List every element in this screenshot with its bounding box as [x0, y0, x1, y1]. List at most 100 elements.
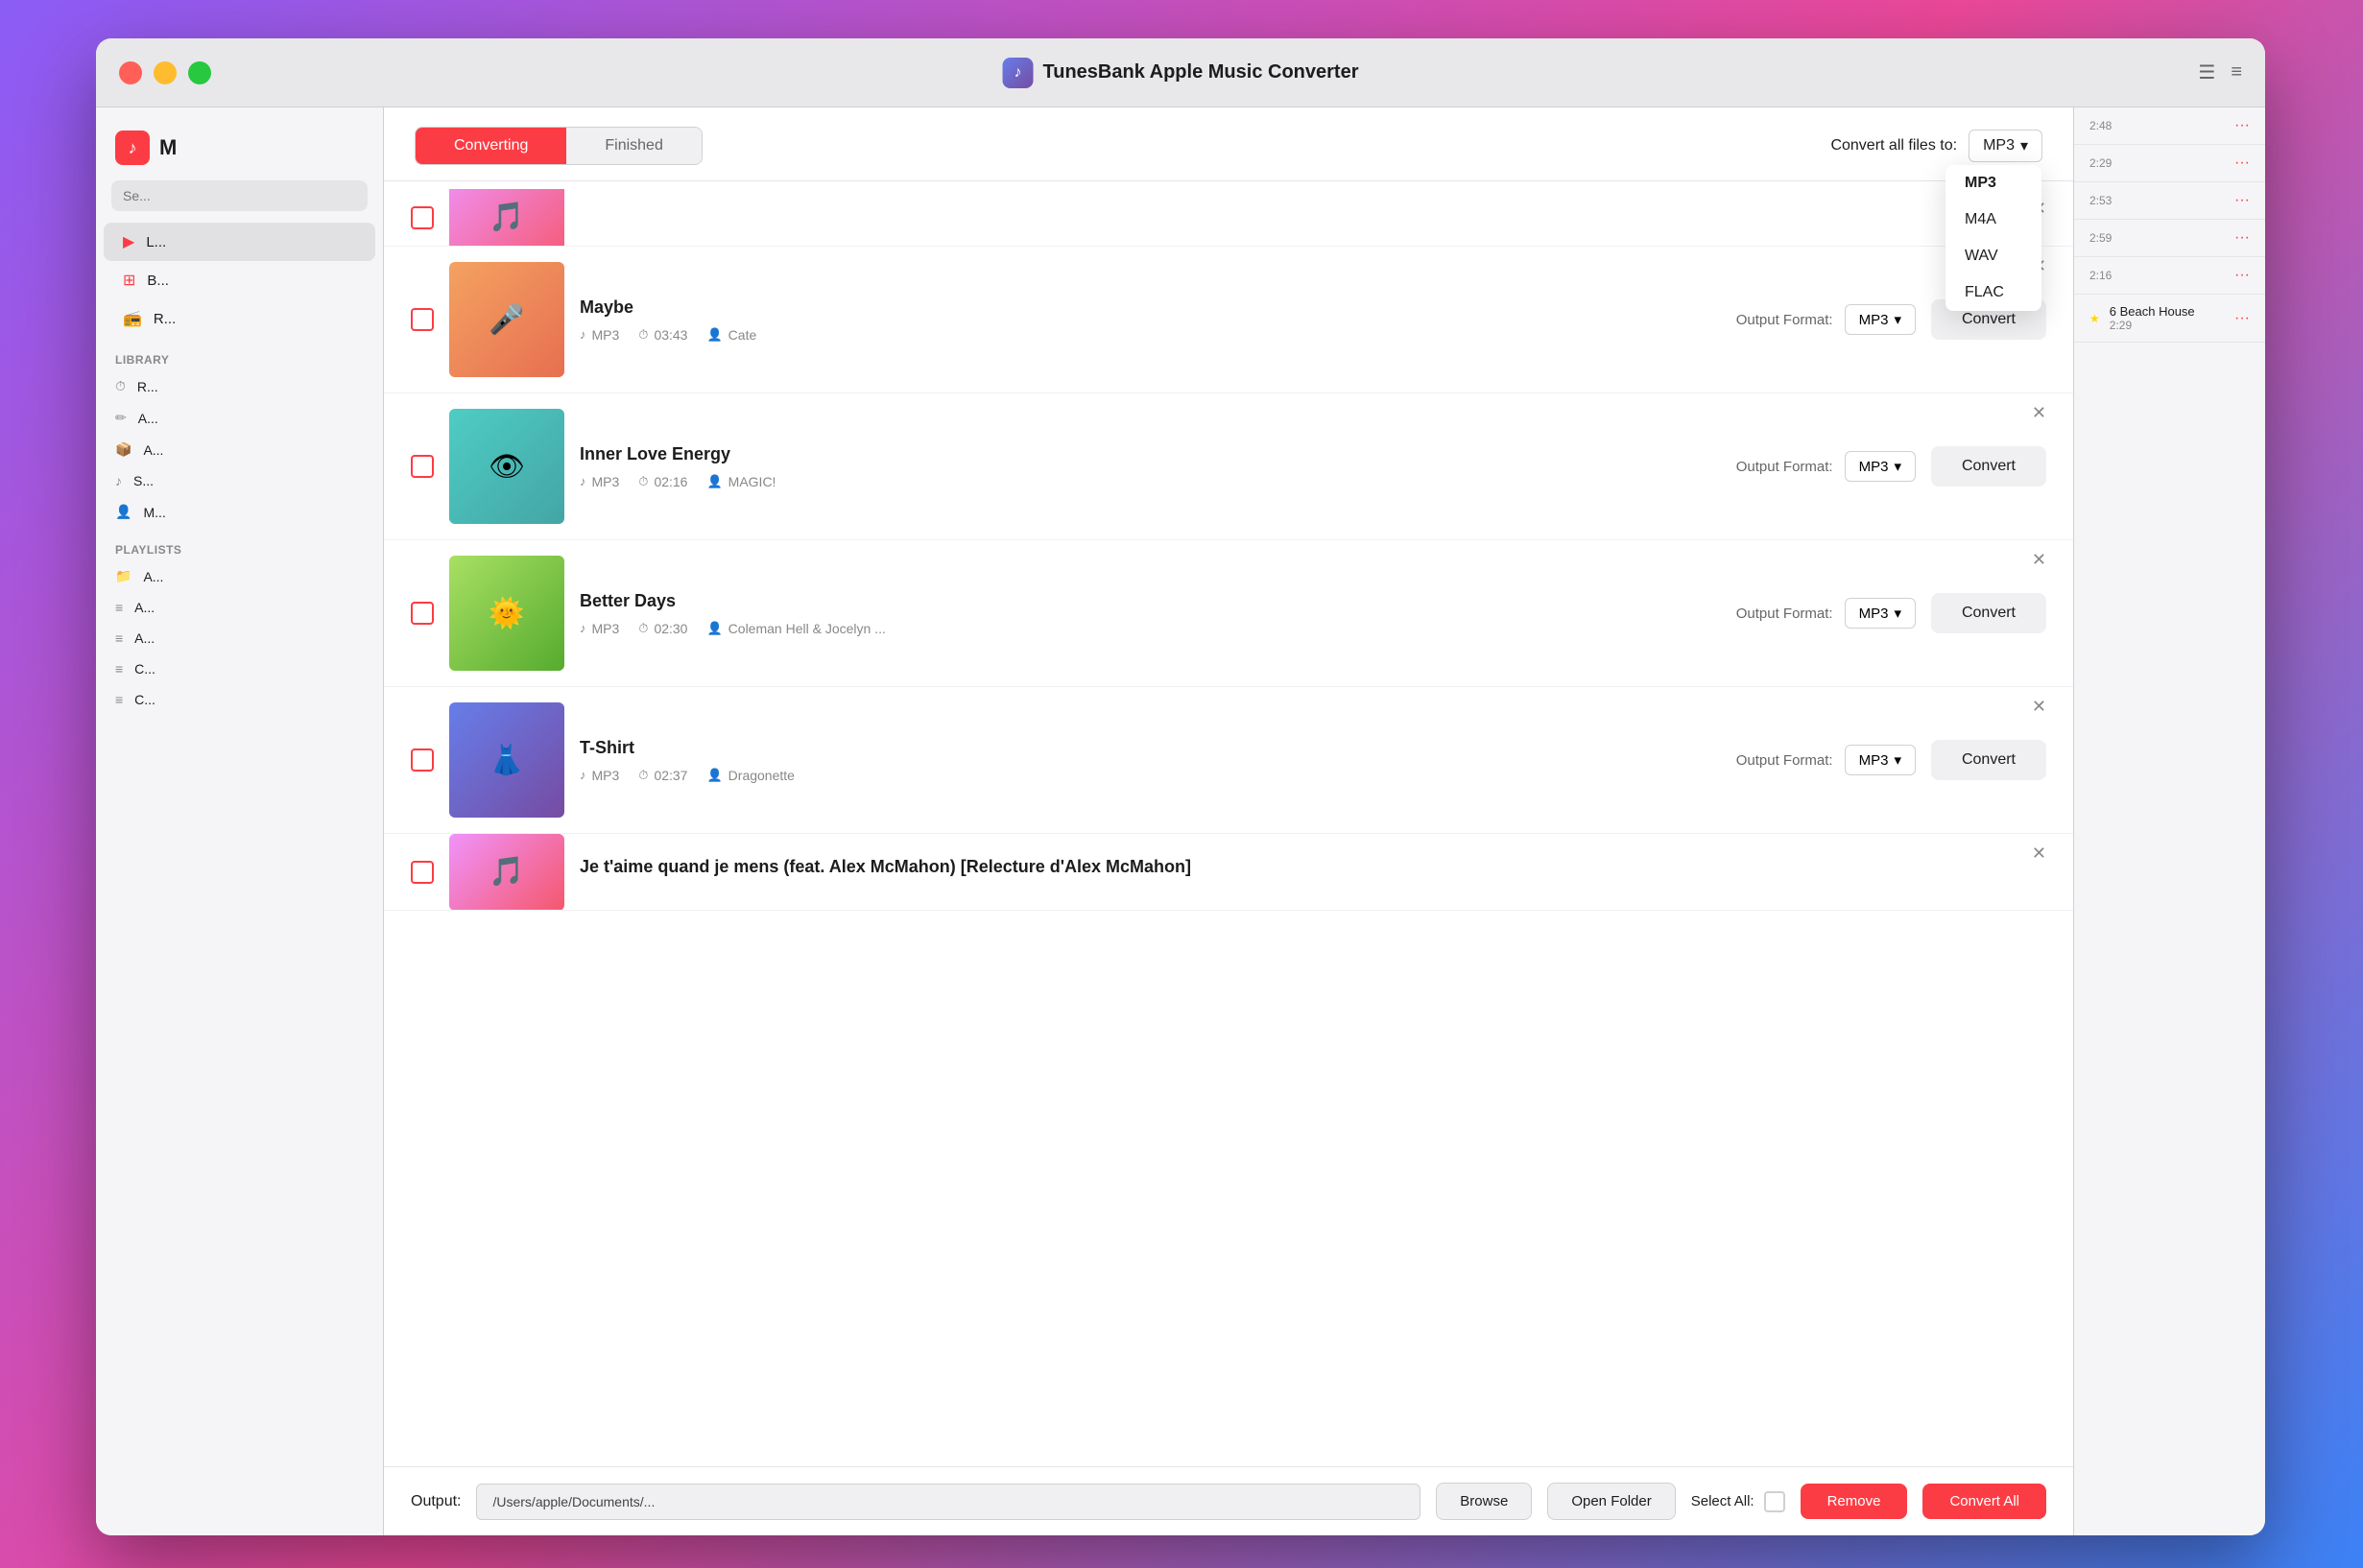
song-format-maybe: ♪ MP3	[580, 327, 619, 343]
chevron-down-icon-better-days: ▾	[1894, 605, 1901, 622]
format-option-m4a[interactable]: M4A	[1945, 202, 2041, 238]
song-art-partial: 🎵	[449, 189, 564, 247]
remove-button[interactable]: Remove	[1801, 1484, 1908, 1519]
list-item[interactable]: 2:48 ···	[2074, 107, 2265, 145]
tab-finished[interactable]: Finished	[566, 128, 701, 164]
list-item[interactable]: 2:59 ···	[2074, 220, 2265, 257]
minimize-button[interactable]	[154, 61, 177, 84]
song-meta-tshirt: ♪ MP3 ⏱ 02:37 👤 Dragonette	[580, 768, 1721, 783]
sidebar-playlist-5[interactable]: ≡ C...	[96, 684, 383, 715]
sidebar-library-artists[interactable]: ✏ A...	[96, 402, 383, 434]
more-options-icon-4[interactable]: ···	[2234, 229, 2250, 247]
traffic-lights	[119, 61, 211, 84]
open-folder-button[interactable]: Open Folder	[1547, 1483, 1675, 1520]
sidebar-library-songs[interactable]: ♪ S...	[96, 465, 383, 496]
more-options-icon-6[interactable]: ···	[2234, 310, 2250, 327]
format-option-mp3[interactable]: MP3	[1945, 165, 2041, 202]
menu-icon-button[interactable]: ≡	[2231, 60, 2242, 84]
sidebar-item-radio[interactable]: 📻 R...	[104, 299, 375, 338]
sidebar-item-label: B...	[147, 273, 169, 289]
output-format-label-maybe: Output Format:	[1736, 312, 1833, 328]
sidebar-playlist-3[interactable]: ≡ A...	[96, 623, 383, 653]
maximize-button[interactable]	[188, 61, 211, 84]
more-options-icon-5[interactable]: ···	[2234, 267, 2250, 284]
format-option-wav[interactable]: WAV	[1945, 238, 2041, 274]
music-item-info-5: 2:16	[2089, 269, 2225, 282]
more-options-icon-2[interactable]: ···	[2234, 154, 2250, 172]
songs-icon: ♪	[115, 473, 122, 488]
sidebar-item-browse[interactable]: ⊞ B...	[104, 261, 375, 299]
playlist-icon-button[interactable]: ☰	[2198, 60, 2215, 84]
sidebar-library-albums-label: A...	[143, 442, 163, 458]
close-row-button-inner-love[interactable]: ✕	[2032, 403, 2046, 423]
close-button[interactable]	[119, 61, 142, 84]
song-checkbox-inner-love[interactable]	[411, 455, 434, 478]
song-format-select-better-days[interactable]: MP3 ▾	[1845, 598, 1916, 629]
person-icon-3: 👤	[706, 621, 722, 636]
convert-button-better-days[interactable]: Convert	[1931, 593, 2046, 633]
sidebar-search-input[interactable]	[111, 180, 368, 211]
song-checkbox-tshirt[interactable]	[411, 748, 434, 772]
song-format-select-maybe[interactable]: MP3 ▾	[1845, 304, 1916, 335]
sidebar-playlist-1[interactable]: 📁 A...	[96, 560, 383, 592]
format-select-button[interactable]: MP3 ▾ MP3 M4A WAV FLAC	[1969, 130, 2042, 162]
listen-now-icon: ▶	[123, 232, 134, 251]
sidebar-item-listen-now[interactable]: ▶ L...	[104, 223, 375, 261]
playlist-3-icon: ≡	[115, 630, 123, 646]
format-option-flac[interactable]: FLAC	[1945, 274, 2041, 311]
sidebar-library-songs-label: S...	[133, 473, 154, 488]
sidebar-playlist-1-label: A...	[143, 569, 163, 584]
sidebar-library-albums[interactable]: 📦 A...	[96, 434, 383, 465]
sidebar-playlist-2[interactable]: ≡ A...	[96, 592, 383, 623]
convert-button-tshirt[interactable]: Convert	[1931, 740, 2046, 780]
song-format-select-tshirt[interactable]: MP3 ▾	[1845, 745, 1916, 775]
song-duration-better-days: ⏱ 02:30	[638, 621, 687, 636]
song-artist-tshirt: 👤 Dragonette	[706, 768, 794, 783]
playlists-section-title: Playlists	[96, 528, 383, 560]
song-artist-better-days: 👤 Coleman Hell & Jocelyn ...	[706, 621, 885, 636]
list-item[interactable]: 2:16 ···	[2074, 257, 2265, 295]
list-item[interactable]: 2:29 ···	[2074, 145, 2265, 182]
song-checkbox-jetaime[interactable]	[411, 861, 434, 884]
music-item-info-3: 2:53	[2089, 194, 2225, 207]
close-row-button-better-days[interactable]: ✕	[2032, 550, 2046, 570]
song-meta-better-days: ♪ MP3 ⏱ 02:30 👤 Coleman Hell & Jocelyn .…	[580, 621, 1721, 636]
sidebar: ♪ M ▶ L... ⊞ B... 📻 R... Library ⏱ R...	[96, 107, 384, 1535]
more-options-icon-3[interactable]: ···	[2234, 192, 2250, 209]
sidebar-item-label: L...	[146, 234, 166, 250]
chevron-down-icon-inner-love: ▾	[1894, 458, 1901, 475]
song-checkbox-partial[interactable]	[411, 206, 434, 229]
song-format-select-inner-love[interactable]: MP3 ▾	[1845, 451, 1916, 482]
sidebar-playlist-4[interactable]: ≡ C...	[96, 653, 383, 684]
sidebar-library-recently[interactable]: ⏱ R...	[96, 370, 383, 402]
convert-all-button[interactable]: Convert All	[1922, 1484, 2046, 1519]
song-info-better-days: Better Days ♪ MP3 ⏱ 02:30 👤	[580, 591, 1721, 636]
song-art-better-days: 🌞	[449, 556, 564, 671]
main-content: ♪ M ▶ L... ⊞ B... 📻 R... Library ⏱ R...	[96, 107, 2265, 1535]
sidebar-library-music-videos[interactable]: 👤 M...	[96, 496, 383, 528]
output-format-label-tshirt: Output Format:	[1736, 752, 1833, 769]
convert-button-inner-love[interactable]: Convert	[1931, 446, 2046, 487]
format-selected-label: MP3	[1983, 137, 2015, 154]
music-item-time-4: 2:59	[2089, 231, 2225, 245]
radio-icon: 📻	[123, 309, 142, 328]
convert-all-label: Convert all files to:	[1830, 137, 1957, 154]
music-item-time-2: 2:29	[2089, 156, 2225, 170]
albums-icon: 📦	[115, 441, 131, 458]
list-item[interactable]: 2:53 ···	[2074, 182, 2265, 220]
sidebar-logo-text: M	[159, 135, 177, 160]
more-options-icon-1[interactable]: ···	[2234, 117, 2250, 134]
song-checkbox-better-days[interactable]	[411, 602, 434, 625]
music-item-info-6: 6 Beach House 2:29	[2110, 304, 2225, 332]
clock-icon-4: ⏱	[638, 768, 648, 783]
close-row-button-tshirt[interactable]: ✕	[2032, 697, 2046, 717]
song-checkbox-maybe[interactable]	[411, 308, 434, 331]
tab-group: Converting Finished	[415, 127, 703, 165]
select-all-checkbox[interactable]	[1764, 1491, 1785, 1512]
song-list: 🎵 ✕ 🎤 Maybe ♪	[384, 181, 2073, 1466]
close-row-button-jetaime[interactable]: ✕	[2032, 843, 2046, 864]
list-item[interactable]: ★ 6 Beach House 2:29 ···	[2074, 295, 2265, 343]
tab-converting[interactable]: Converting	[416, 128, 566, 164]
browse-button[interactable]: Browse	[1436, 1483, 1532, 1520]
output-format-section-tshirt: Output Format: MP3 ▾	[1736, 745, 1916, 775]
